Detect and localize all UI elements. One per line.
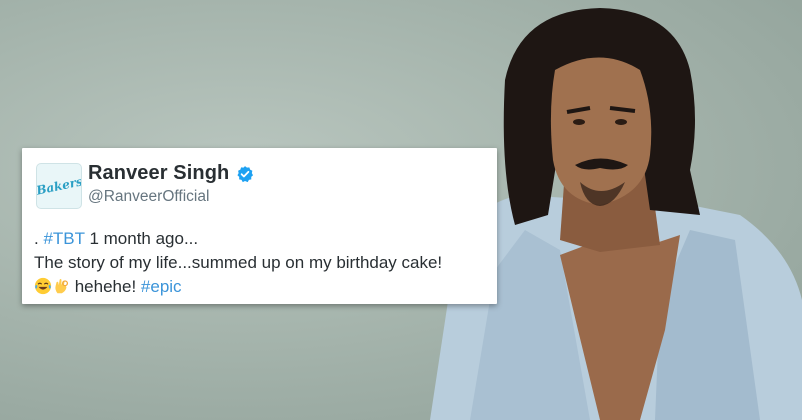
avatar[interactable]: Bakers [36, 163, 82, 209]
tweet-line-2: The story of my life...summed up on my b… [34, 253, 443, 272]
face-with-tears-of-joy-icon [34, 277, 52, 295]
name-row: Ranveer Singh [88, 162, 254, 185]
tweet-line-1: . #TBT 1 month ago... [34, 227, 489, 251]
ok-hand-icon [52, 277, 70, 295]
avatar-logo-text: Bakers [36, 174, 82, 198]
user-handle[interactable]: @RanveerOfficial [88, 188, 209, 206]
verified-badge-icon [236, 165, 254, 183]
hashtag-epic[interactable]: #epic [141, 277, 182, 296]
line1-rest: 1 month ago... [84, 229, 199, 248]
tweet-text: . #TBT 1 month ago... The story of my li… [34, 227, 489, 299]
display-name[interactable]: Ranveer Singh [88, 162, 229, 185]
tweet-card[interactable]: Bakers Ranveer Singh @RanveerOfficial . … [22, 148, 497, 304]
line3-text: hehehe! [70, 277, 141, 296]
hashtag-tbt[interactable]: #TBT [43, 229, 84, 248]
tweet-line-3: hehehe! #epic [34, 275, 489, 299]
